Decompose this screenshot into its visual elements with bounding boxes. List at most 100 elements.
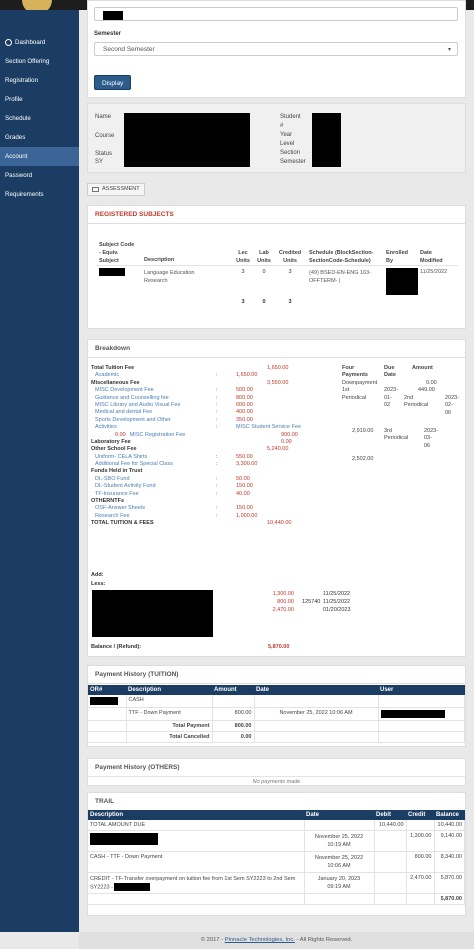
otherntf-item-label: Research Fee xyxy=(95,512,130,519)
redacted-student-info xyxy=(124,113,250,167)
misc-item-value: 400.00 xyxy=(236,409,253,416)
payment-history-others-card: Payment History (OTHERS) No payments mad… xyxy=(87,758,466,786)
total-lab: 0 xyxy=(262,299,266,305)
name-label: Name xyxy=(95,114,112,120)
payment-amount: 800.00 xyxy=(212,707,255,721)
header-enrolled-2: By xyxy=(386,258,394,264)
sidebar-item-account[interactable]: Account xyxy=(0,147,79,166)
total-cancelled-value: 0.00 xyxy=(212,731,255,743)
subject-schedule-1: (49) BSED-EN-ENG 163- xyxy=(309,270,372,276)
trail-row: November 25, 2022 10:19 AM 1,300.00 9,140… xyxy=(88,830,465,852)
payment-history-tuition-card: Payment History (TUITION) OR# Descriptio… xyxy=(87,665,466,747)
semester-select[interactable]: Second Semester ▾ xyxy=(94,42,458,56)
due-header-1: Due xyxy=(384,365,395,371)
header-lab-1: Lab xyxy=(259,250,269,256)
first-due-3: 02 xyxy=(384,402,391,409)
header-schedule-1: Schedule (BlockSection- xyxy=(309,250,374,256)
payment-description: TTF - Down Payment xyxy=(126,707,213,721)
footer-prefix: © 2017 - xyxy=(200,937,224,943)
third-due-3: 06 xyxy=(424,442,431,449)
year-label-1: Year xyxy=(280,132,293,138)
other-item-value: 3,300.00 xyxy=(236,461,258,468)
third-due-1: 2023- xyxy=(424,428,439,434)
sidebar-item-registration[interactable]: Registration xyxy=(0,71,79,90)
trust-item-label: DL-SBO Fund xyxy=(95,475,130,482)
total-fees-label: TOTAL TUITION & FEES xyxy=(91,520,154,527)
trust-item-value: 50.00 xyxy=(236,475,250,482)
trust-label: Funds Held in Trust xyxy=(91,468,143,475)
amount-header: Amount xyxy=(412,365,433,371)
due-header-2: Date xyxy=(384,372,396,379)
header-credited-1: Credited xyxy=(278,250,302,256)
redacted-or-number xyxy=(90,697,118,705)
less-amount: 1,300.00 xyxy=(272,591,294,597)
redacted-enrolled-by xyxy=(386,268,418,295)
sidebar-item-dashboard[interactable]: Dashboard xyxy=(0,33,79,52)
total-payment-value: 800.00 xyxy=(212,720,255,732)
student-no-label-1: Student xyxy=(280,114,301,120)
header-balance: Balance xyxy=(434,810,465,820)
less-date: 11/25/2022 xyxy=(323,591,351,597)
sidebar-item-label: Registration xyxy=(5,77,39,84)
trail-date-2: 09:19 AM xyxy=(327,884,351,890)
misc-registration-zero: 0.00 xyxy=(115,431,126,438)
header-lec-2: Units xyxy=(236,258,250,264)
first-due-1: 2023- xyxy=(384,387,399,394)
activities-label: Activities xyxy=(95,424,117,431)
trail-row: CASH - TTF - Down Payment November 25, 2… xyxy=(88,851,465,873)
display-button[interactable]: Display xyxy=(94,75,132,90)
company-link[interactable]: Pinnacle Technologies, Inc. xyxy=(225,937,295,943)
header-date: Date xyxy=(304,810,374,820)
sidebar-item-password[interactable]: Password xyxy=(0,166,79,185)
header-schedule-2: SectionCode-Schedule) xyxy=(309,258,371,264)
misc-service-label: MISC Student Service Fee xyxy=(236,424,302,431)
second-due-1: 2023- xyxy=(445,395,460,401)
trail-balance: 8,340.00 xyxy=(434,851,465,873)
academic-value: 1,650.00 xyxy=(236,372,258,379)
header-or: OR# xyxy=(88,685,126,695)
cash-label: CASH xyxy=(126,695,213,708)
header-enrolled-1: Enrolled xyxy=(386,250,409,256)
misc-item-label: Medical and dental Fee xyxy=(95,409,153,416)
breakdown-card: Breakdown Total Tuition Fee 1,650.00 Acad… xyxy=(87,339,466,657)
header-debit: Debit xyxy=(374,810,406,820)
misc-item-value: 350.00 xyxy=(236,416,253,423)
subject-description-2: Research xyxy=(144,278,168,284)
subject-lec: 3 xyxy=(241,269,245,275)
sidebar-item-schedule[interactable]: Schedule xyxy=(0,109,79,128)
section-label: Section xyxy=(280,150,301,156)
sidebar-item-grades[interactable]: Grades xyxy=(0,128,79,147)
header-description: Description xyxy=(126,685,212,695)
sidebar-item-requirements[interactable]: Requirements xyxy=(0,185,79,204)
less-amount: 800.00 xyxy=(277,599,294,605)
second-payment-amount: 2,919.00 xyxy=(352,428,374,434)
less-date: 01/20/2023 xyxy=(323,607,351,613)
course-label: Course xyxy=(95,133,115,139)
trail-balance: 5,870.00 xyxy=(434,872,465,895)
add-label: Add: xyxy=(91,572,104,578)
academic-label: Academic xyxy=(95,372,120,379)
header-lec-1: Lec xyxy=(238,250,248,256)
header-lab-2: Units xyxy=(257,258,271,264)
trail-description: TOTAL AMOUNT DUE xyxy=(88,820,305,831)
assessment-button[interactable]: ASSESSMENT xyxy=(87,183,145,196)
otherntf-label: OTHERNTFs xyxy=(91,498,124,505)
sidebar-item-label: Password xyxy=(5,172,33,179)
redacted-less-details xyxy=(92,590,213,637)
school-year-select[interactable] xyxy=(94,7,458,21)
redacted-text xyxy=(114,883,151,891)
trail-description: CASH - TTF - Down Payment xyxy=(88,851,305,873)
sidebar-item-section-offering[interactable]: Section Offering xyxy=(0,52,79,71)
sidebar-item-label: Grades xyxy=(5,134,26,141)
less-date: 11/25/2022 xyxy=(323,599,351,605)
downpayment-value: 0.00 xyxy=(426,379,437,386)
semester-label: Semester xyxy=(94,31,122,37)
payment-others-title: Payment History (OTHERS) xyxy=(95,764,180,771)
trail-credit: 1,300.00 xyxy=(406,830,435,852)
total-credited: 3 xyxy=(288,299,292,305)
sidebar-item-label: Profile xyxy=(5,96,23,103)
sidebar-item-profile[interactable]: Profile xyxy=(0,90,79,109)
sidebar-item-label: Section Offering xyxy=(5,58,50,65)
other-fee-value: 5,240.00 xyxy=(267,446,289,453)
lab-fee-value: 0.00 xyxy=(281,438,292,445)
